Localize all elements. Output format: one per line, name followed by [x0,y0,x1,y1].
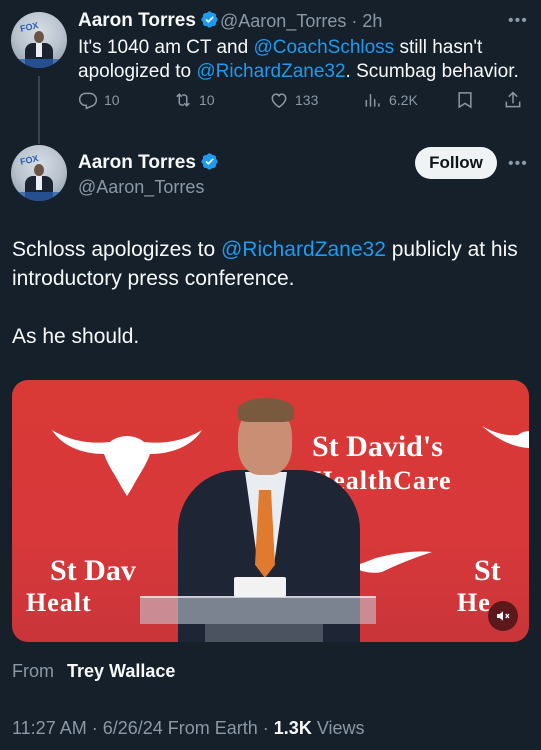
verified-badge-icon [201,153,218,170]
tweet-text-segment: . Scumbag behavior. [345,61,519,82]
tweet-text-segment: It's 1040 am CT and [78,37,254,58]
longhorn-logo-mid [352,551,432,573]
time-ago[interactable]: · 2h [351,11,382,31]
main-tweet-text: Schloss apologizes to @RichardZane32 pub… [12,235,527,380]
author-handle[interactable]: @Aaron_Torres [78,177,204,198]
speaker-hair [238,398,294,422]
like-count: 133 [295,92,319,108]
timestamp[interactable]: 11:27 AM · 6/26/24 From Earth · [12,718,269,738]
reply-icon [78,92,98,110]
mention-link[interactable]: @RichardZane32 [221,238,386,261]
mute-button[interactable] [488,601,518,631]
sponsor-logo-right-line2: He [457,588,491,617]
repost-count: 10 [199,92,215,108]
repost-icon [176,93,190,107]
share-icon [505,91,521,108]
views-count: 1.3K [273,718,312,738]
avatar-shirt [36,176,42,190]
like-button[interactable]: 133 [269,90,318,110]
video-source-label: From [12,661,54,681]
author-handle-text[interactable]: @Aaron_Torres [220,11,346,31]
verified-badge-icon [201,11,218,28]
more-icon[interactable]: ••• [508,155,528,173]
reply-count: 10 [104,92,120,108]
author-name[interactable]: Aaron Torres [78,152,219,174]
speech-paper [234,577,286,597]
tweet-text-segment: Schloss apologizes to [12,238,221,261]
avatar-head [34,164,44,176]
avatar-shirt [36,43,42,57]
follow-button[interactable]: Follow [415,147,497,179]
sponsor-logo-left-line2: Healt [26,588,92,617]
author-handle-text[interactable]: @Aaron_Torres [78,177,204,197]
views-button[interactable]: 6.2K [363,90,418,110]
sponsor-logo-left-line1: St Dav [50,554,136,587]
author-handle[interactable]: @Aaron_Torres · 2h [220,11,382,32]
tweet-thread: FOX Aaron Torres @Aaron_Torres · 2h ••• … [0,0,541,750]
views-icon [365,94,380,107]
avatar-band [11,59,67,68]
longhorn-logo-right [482,426,529,448]
sponsor-logo-right-line1: St [474,554,501,587]
avatar-head [34,31,44,43]
bookmark-button[interactable] [455,90,481,110]
author-name-text[interactable]: Aaron Torres [78,10,196,31]
author-name[interactable]: Aaron Torres [78,10,219,32]
more-icon[interactable]: ••• [508,12,528,30]
mention-link[interactable]: @CoachSchloss [253,37,394,58]
avatar[interactable]: FOX [11,145,67,201]
repost-button[interactable]: 10 [173,90,215,110]
tweet-paragraph: As he should. [12,325,140,348]
mention-link[interactable]: @RichardZane32 [196,61,345,82]
like-icon [271,93,287,108]
thread-connector [38,76,40,144]
longhorn-logo [52,430,202,496]
sponsor-logo-line1: St David's [312,430,443,463]
avatar[interactable]: FOX [11,12,67,68]
share-button[interactable] [503,90,529,110]
reply-button[interactable]: 10 [78,90,120,110]
avatar-band [11,192,67,201]
video-source-name[interactable]: Trey Wallace [67,661,175,682]
views-count: 6.2K [389,92,418,108]
reply-tweet-text: It's 1040 am CT and @CoachSchloss still … [78,36,528,84]
tweet-metadata: 11:27 AM · 6/26/24 From Earth · 1.3K Vie… [12,718,365,739]
views-label: Views [316,718,365,738]
action-bar: 10 10 133 6.2K [78,90,533,116]
author-name-text[interactable]: Aaron Torres [78,152,196,173]
mute-icon [497,611,510,621]
podium-stand [205,622,323,642]
tweet-paragraph: Schloss apologizes to @RichardZane32 pub… [12,235,527,293]
podium [140,596,376,624]
bookmark-icon [458,92,472,109]
